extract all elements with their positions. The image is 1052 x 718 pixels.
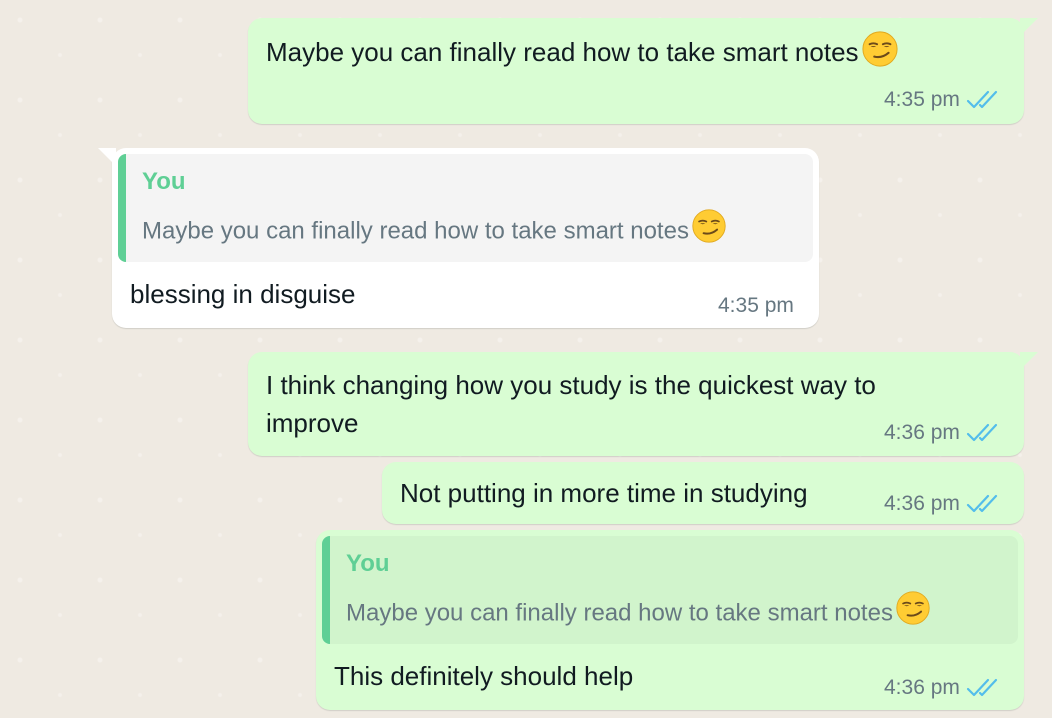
quote-text: Maybe you can finally read how to take s… bbox=[142, 217, 689, 245]
quote-author: You bbox=[346, 550, 390, 577]
read-ticks-icon bbox=[966, 89, 1000, 111]
message-text: This definitely should help bbox=[334, 661, 634, 691]
read-ticks-icon bbox=[966, 422, 1000, 444]
message-time: 4:35 pm bbox=[718, 294, 794, 317]
message-time: 4:36 pm bbox=[884, 421, 960, 444]
outgoing-message[interactable]: I think changing how you study is the qu… bbox=[248, 352, 1038, 456]
smirking-face-emoji bbox=[861, 30, 899, 78]
quote-text: Maybe you can finally read how to take s… bbox=[346, 599, 893, 627]
outgoing-message[interactable]: You Maybe you can finally read how to ta… bbox=[316, 530, 1024, 710]
smirking-face-emoji bbox=[691, 208, 727, 256]
message-meta: 4:36 pm bbox=[884, 676, 1000, 700]
quote-text-line: Maybe you can finally read how to take s… bbox=[346, 590, 931, 638]
message-text: Maybe you can finally read how to take s… bbox=[266, 36, 859, 67]
quote-text-line: Maybe you can finally read how to take s… bbox=[142, 208, 727, 256]
quoted-message[interactable]: You Maybe you can finally read how to ta… bbox=[118, 154, 813, 262]
quote-author: You bbox=[142, 168, 186, 195]
message-text: I think changing how you study is the qu… bbox=[266, 370, 876, 438]
message-time: 4:35 pm bbox=[884, 88, 960, 111]
outgoing-message[interactable]: Maybe you can finally read how to take s… bbox=[248, 18, 1038, 124]
message-text: blessing in disguise bbox=[130, 279, 356, 309]
message-text-line: Maybe you can finally read how to take s… bbox=[266, 30, 899, 78]
message-meta: 4:36 pm bbox=[884, 421, 1000, 445]
bubble-tail bbox=[1020, 352, 1038, 370]
read-ticks-icon bbox=[966, 677, 1000, 699]
chat-pane: Maybe you can finally read how to take s… bbox=[0, 0, 1052, 718]
bubble-tail bbox=[1020, 18, 1038, 36]
message-meta: 4:35 pm bbox=[718, 294, 794, 318]
smirking-face-emoji bbox=[895, 590, 931, 638]
bubble-tail bbox=[98, 148, 116, 166]
message-time: 4:36 pm bbox=[884, 676, 960, 699]
quote-accent-bar bbox=[118, 154, 126, 262]
message-meta: 4:35 pm bbox=[884, 88, 1000, 112]
message-meta: 4:36 pm bbox=[884, 492, 1000, 516]
quoted-message[interactable]: You Maybe you can finally read how to ta… bbox=[322, 536, 1018, 644]
message-text: Not putting in more time in studying bbox=[400, 478, 808, 508]
read-ticks-icon bbox=[966, 493, 1000, 515]
incoming-message[interactable]: You Maybe you can finally read how to ta… bbox=[98, 148, 819, 328]
outgoing-message[interactable]: Not putting in more time in studying 4:3… bbox=[382, 462, 1024, 524]
message-time: 4:36 pm bbox=[884, 492, 960, 515]
quote-accent-bar bbox=[322, 536, 330, 644]
